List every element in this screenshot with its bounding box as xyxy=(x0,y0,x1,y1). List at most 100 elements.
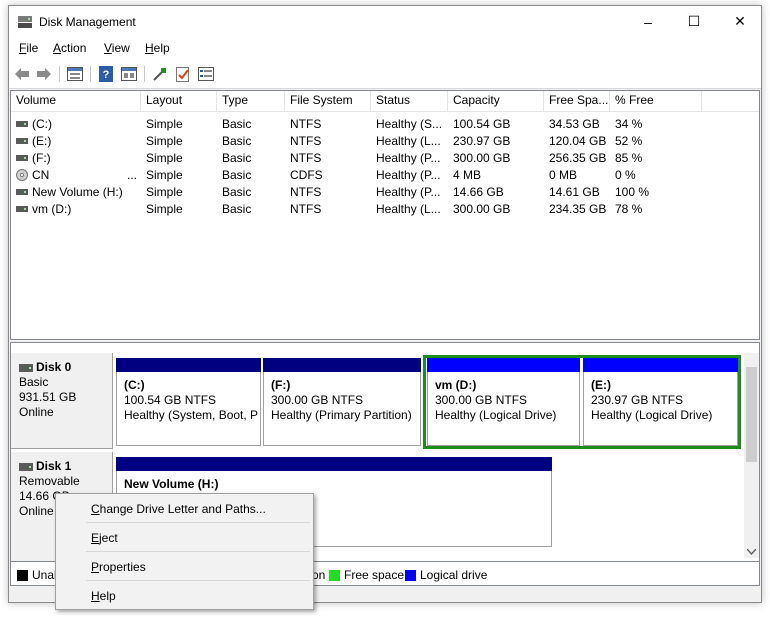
menu-help[interactable]: Help xyxy=(145,41,170,55)
disk-list-icon[interactable] xyxy=(66,65,84,83)
legend-swatch xyxy=(329,569,340,581)
connect-icon[interactable] xyxy=(151,65,169,83)
column-header-status[interactable]: Status xyxy=(371,91,448,111)
cell-capacity: 300.00 GB xyxy=(453,202,511,216)
table-row[interactable]: (F:) Simple Basic NTFS Healthy (P... 300… xyxy=(11,150,759,167)
check-icon[interactable] xyxy=(174,65,192,83)
cell-status: Healthy (S... xyxy=(376,117,443,131)
cell-free-space: 0 MB xyxy=(549,168,578,182)
legend-label: on xyxy=(312,568,326,582)
cell-type: Basic xyxy=(222,134,252,148)
table-row[interactable]: (C:) Simple Basic NTFS Healthy (S... 100… xyxy=(11,116,759,133)
cell-volume: New Volume (H:) xyxy=(32,185,123,199)
menu-item-eject[interactable]: Eject xyxy=(57,525,312,551)
menu-view[interactable]: View xyxy=(104,41,130,55)
minimize-button[interactable]: – xyxy=(625,6,671,37)
table-row[interactable]: (E:) Simple Basic NTFS Healthy (L... 230… xyxy=(11,133,759,150)
partition-name: (C:) xyxy=(124,378,145,392)
column-header-capacity[interactable]: Capacity xyxy=(448,91,544,111)
menu-item-change-drive-letter[interactable]: Change Drive Letter and Paths... xyxy=(57,496,312,522)
table-row[interactable]: New Volume (H:) Simple Basic NTFS Health… xyxy=(11,184,759,201)
drive-icon xyxy=(16,206,28,212)
partition-f[interactable]: (F:) 300.00 GB NTFS Healthy (Primary Par… xyxy=(263,358,421,446)
disk-map-scrollbar[interactable] xyxy=(744,353,759,558)
menu-action[interactable]: Action xyxy=(53,41,86,55)
cell-status: Healthy (P... xyxy=(376,185,441,199)
legend-label: Logical drive xyxy=(420,568,488,582)
menu-bar: File Action View Help xyxy=(9,37,761,59)
drive-icon xyxy=(16,155,28,161)
column-header-volume[interactable]: Volume xyxy=(11,91,141,111)
disk-1-name: Disk 1 xyxy=(36,459,72,473)
toolbar-separator xyxy=(90,66,91,82)
column-header-file-system[interactable]: File System xyxy=(285,91,371,111)
settings-list-icon[interactable] xyxy=(197,65,215,83)
column-header-type[interactable]: Type xyxy=(217,91,285,111)
partition-bar xyxy=(583,358,738,372)
cell-type: Basic xyxy=(222,202,252,216)
partition-d[interactable]: vm (D:) 300.00 GB NTFS Healthy (Logical … xyxy=(427,358,580,446)
disk-icon xyxy=(19,462,33,471)
cell-percent-free: 0 % xyxy=(615,168,636,182)
menu-item-properties[interactable]: Properties xyxy=(57,554,312,580)
title-bar: Disk Management – ☐ ✕ xyxy=(9,6,761,37)
menu-separator xyxy=(86,580,310,581)
cell-free-space: 256.35 GB xyxy=(549,151,607,165)
column-header-layout[interactable]: Layout xyxy=(141,91,217,111)
cell-volume: CN xyxy=(32,168,50,182)
disk-1-header: Disk 1 xyxy=(19,459,112,474)
maximize-button[interactable]: ☐ xyxy=(671,6,717,37)
cell-volume: (E:) xyxy=(32,134,52,148)
cell-file-system: NTFS xyxy=(290,202,322,216)
disk-0-label[interactable]: Disk 0 Basic 931.51 GB Online xyxy=(11,353,113,449)
cell-layout: Simple xyxy=(146,151,183,165)
legend-item: on xyxy=(312,568,325,582)
cell-free-space: 120.04 GB xyxy=(549,134,607,148)
scroll-down-arrow-icon[interactable] xyxy=(747,549,756,555)
partition-c[interactable]: (C:) 100.54 GB NTFS Healthy (System, Boo… xyxy=(116,358,261,446)
help-icon[interactable]: ? xyxy=(97,65,115,83)
menu-file[interactable]: File xyxy=(19,41,38,55)
partition-body: (C:) 100.54 GB NTFS Healthy (System, Boo… xyxy=(116,372,261,446)
partition-status: Healthy (Logical Drive) xyxy=(591,408,713,422)
legend-swatch xyxy=(405,569,416,581)
column-header-free-space[interactable]: Free Spa... xyxy=(544,91,610,111)
properties-icon[interactable] xyxy=(120,65,138,83)
toolbar: ? xyxy=(9,59,761,89)
menu-item-help[interactable]: Help xyxy=(57,583,312,609)
back-arrow-icon[interactable] xyxy=(13,65,31,83)
close-button[interactable]: ✕ xyxy=(717,6,761,37)
cell-capacity: 100.54 GB xyxy=(453,117,511,131)
cell-capacity: 14.66 GB xyxy=(453,185,504,199)
cell-status: Healthy (L... xyxy=(376,202,441,216)
table-row[interactable]: vm (D:) Simple Basic NTFS Healthy (L... … xyxy=(11,201,759,218)
header-divider xyxy=(11,111,759,112)
cell-file-system: NTFS xyxy=(290,185,322,199)
volume-list: Volume Layout Type File System Status Ca… xyxy=(10,90,760,340)
cell-type: Basic xyxy=(222,117,252,131)
partition-body: vm (D:) 300.00 GB NTFS Healthy (Logical … xyxy=(427,372,580,446)
partition-status: Healthy (Logical Drive) xyxy=(435,408,557,422)
cell-percent-free: 100 % xyxy=(615,185,650,199)
cell-layout: Simple xyxy=(146,202,183,216)
partition-name: (E:) xyxy=(591,378,611,392)
legend-item: Logical drive xyxy=(405,568,487,582)
disk-0-size: 931.51 GB xyxy=(19,390,77,404)
cell-capacity: 4 MB xyxy=(453,168,482,182)
window-title: Disk Management xyxy=(39,15,136,29)
scrollbar-thumb[interactable] xyxy=(746,367,757,462)
table-row[interactable]: CN ... Simple Basic CDFS Healthy (P... 4… xyxy=(11,167,759,184)
menu-separator xyxy=(86,522,310,523)
partition-e[interactable]: (E:) 230.97 GB NTFS Healthy (Logical Dri… xyxy=(583,358,738,446)
cell-free-space: 34.53 GB xyxy=(549,117,600,131)
disk-0-state: Online xyxy=(19,405,54,419)
cell-file-system: CDFS xyxy=(290,168,323,182)
partition-bar xyxy=(116,457,552,471)
disk-1-kind: Removable xyxy=(19,474,80,488)
forward-arrow-icon[interactable] xyxy=(35,65,53,83)
cell-type: Basic xyxy=(222,168,252,182)
cell-layout: Simple xyxy=(146,168,183,182)
column-header-percent-free[interactable]: % Free xyxy=(610,91,702,111)
disk-0-kind: Basic xyxy=(19,375,49,389)
partition-size: 300.00 GB NTFS xyxy=(271,393,364,407)
